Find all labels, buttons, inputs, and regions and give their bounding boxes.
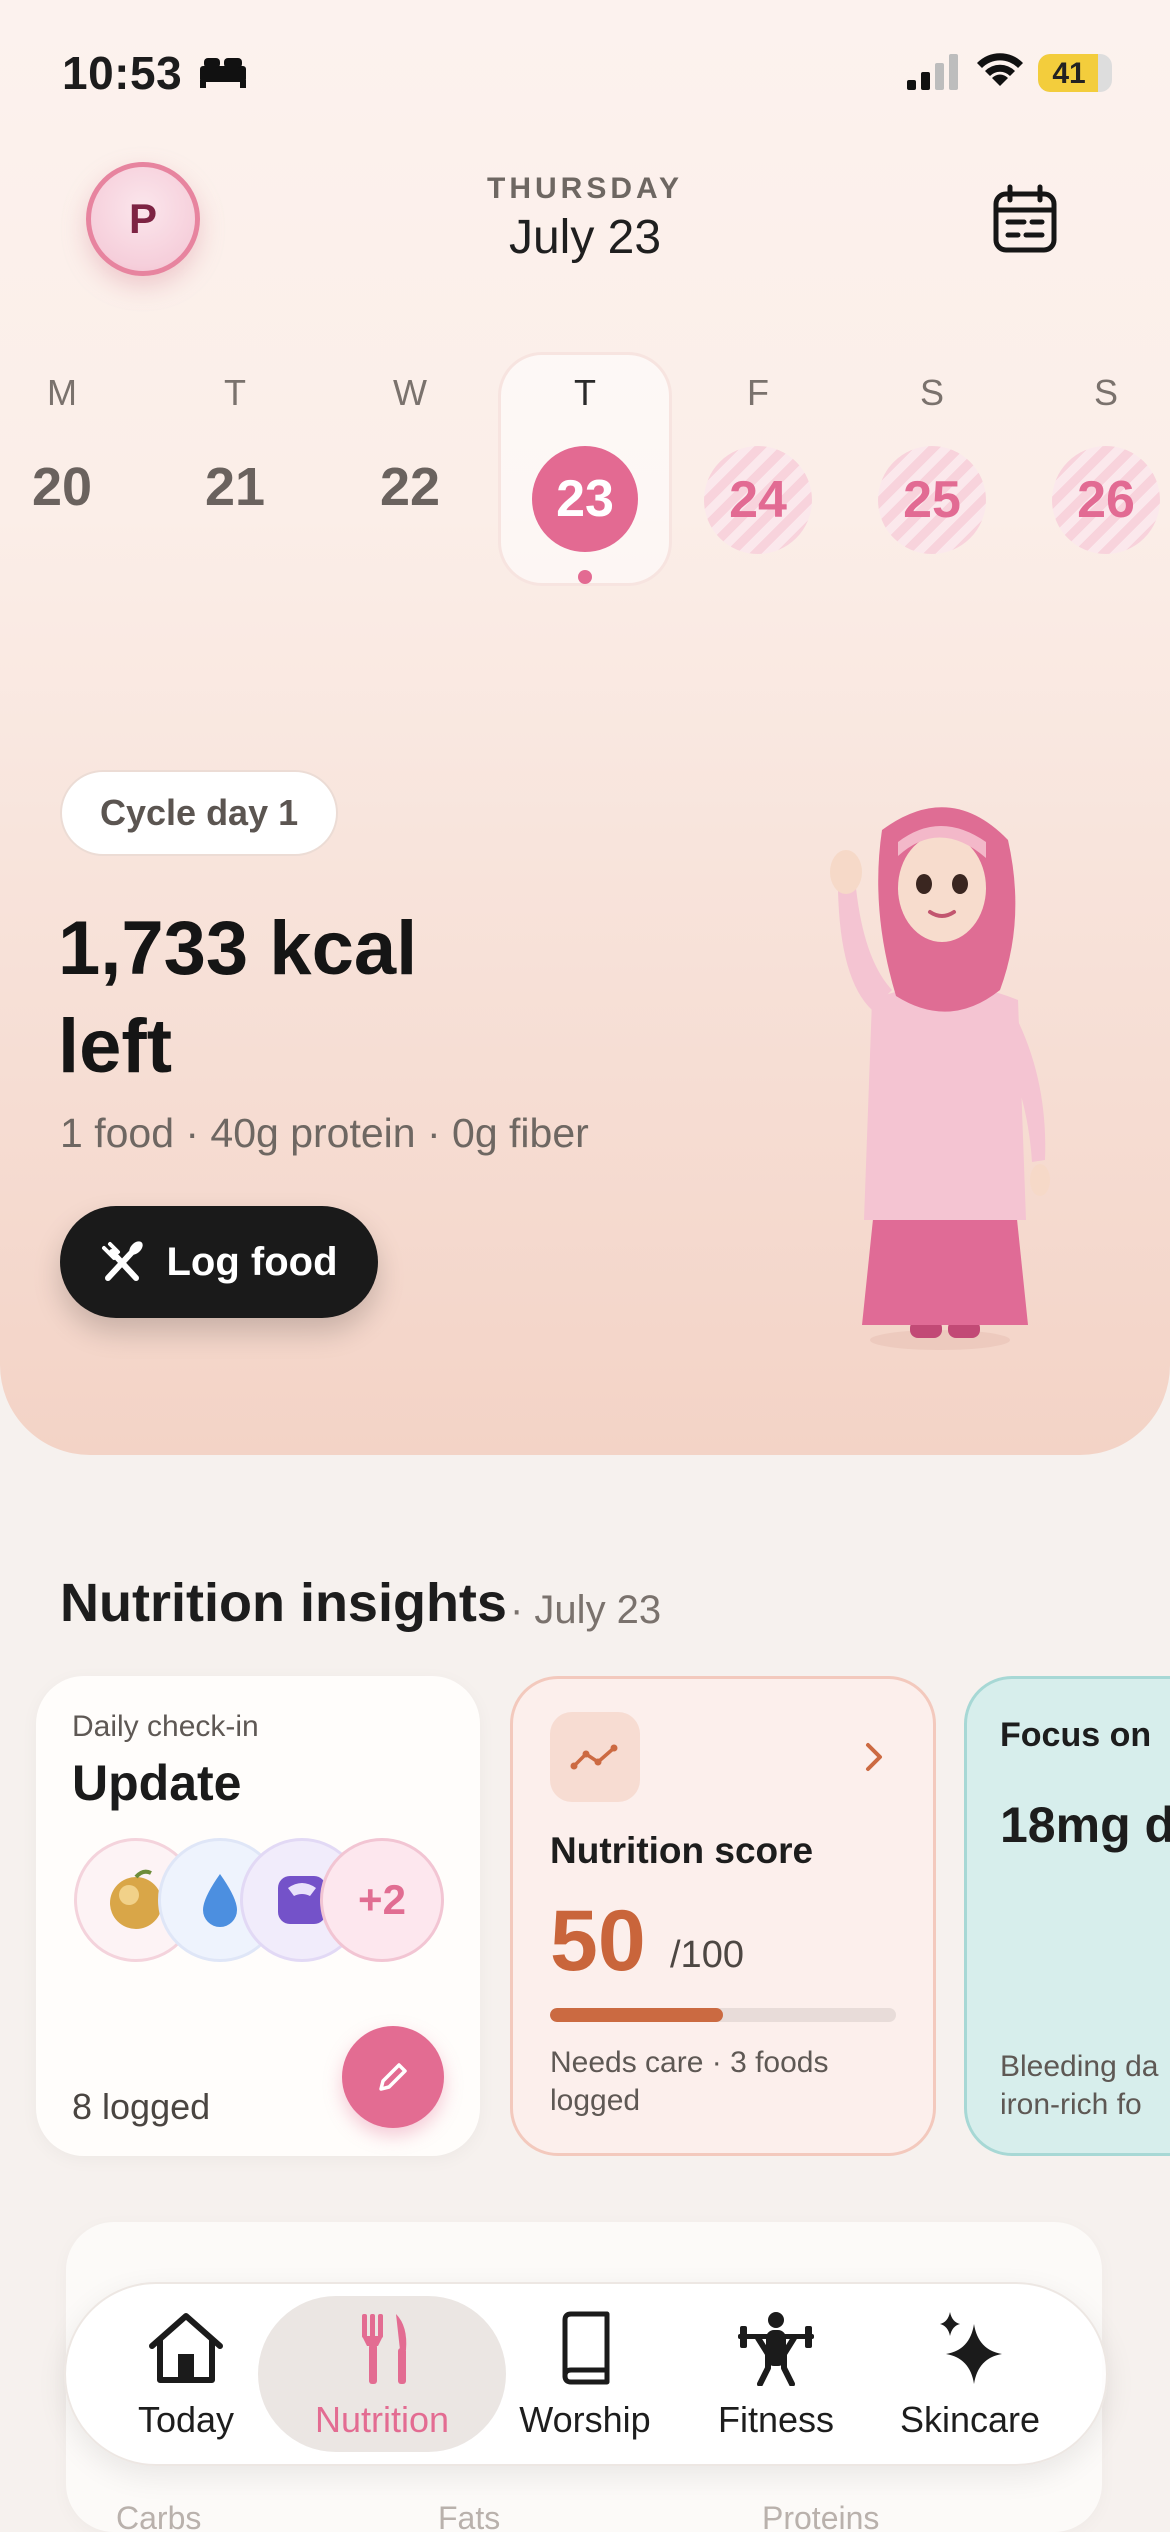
day-letter: S [919,372,944,413]
day-number: 21 [204,457,266,517]
calories-left: 1,733 kcal left [58,900,658,1096]
week-day-wed[interactable]: W 22 [330,372,490,518]
book-icon [562,2311,610,2385]
day-number-future: 24 [704,446,812,554]
tab-worship[interactable]: Worship [485,2310,685,2441]
day-number-future: 26 [1052,446,1160,554]
checkin-logged-count: 8 logged [72,2086,211,2127]
checkin-label: Daily check-in [72,1710,259,1743]
calendar-icon[interactable] [992,184,1058,259]
section-title: Nutrition insights [60,1573,507,1633]
section-date: · July 23 [510,1588,662,1632]
focus-foot-line1: Bleeding da [1000,2050,1159,2083]
sparkle-icon [940,2312,1002,2384]
cell-signal-icon [905,52,961,97]
tab-skincare[interactable]: Skincare [870,2310,1070,2441]
macro-label-fats: Fats [438,2500,501,2532]
log-food-label: Log food [166,1239,338,1284]
week-day-sat[interactable]: S [852,372,1012,414]
trend-icon [550,1712,640,1802]
sleep-mode-icon [198,52,248,97]
tab-label: Nutrition [314,2399,450,2440]
day-number-future: 25 [878,446,986,554]
nutrition-summary: 1 food · 40g protein · 0g fiber [60,1110,589,1156]
profile-avatar[interactable]: P [86,162,200,276]
utensils-icon [102,1241,144,1281]
week-day-sun[interactable]: S [1026,372,1170,414]
day-letter: S [1093,372,1118,413]
selected-day-number: 23 [532,446,638,552]
battery-percent: 41 [1052,57,1086,90]
fork-knife-icon [362,2314,407,2384]
macro-label-proteins: Proteins [762,2500,880,2532]
day-letter: W [393,372,427,413]
week-day-fri[interactable]: F [678,372,838,414]
score-value: 50 [550,1893,646,1989]
tab-label: Today [137,2399,235,2440]
score-footnote: Needs care · 3 foods logged [550,2046,829,2117]
home-icon [149,2313,223,2383]
battery-indicator: 41 [1038,54,1112,92]
day-letter: F [747,372,769,413]
wifi-icon [975,50,1025,95]
avatar-character-illustration [800,800,1080,1365]
day-number: 20 [31,457,93,517]
calories-value: 1,733 kcal [58,906,418,991]
chevron-right-icon[interactable] [862,1740,886,1779]
tab-label: Worship [519,2399,651,2440]
week-day-tue[interactable]: T 21 [155,372,315,518]
checkin-title: Update [72,1755,242,1811]
calories-suffix: left [58,1004,172,1089]
edit-checkin-button[interactable] [342,2026,444,2128]
tab-fitness[interactable]: Fitness [676,2310,876,2441]
week-day-mon[interactable]: M 20 [0,372,142,518]
day-letter: M [47,372,77,413]
day-letter: T [224,372,246,413]
day-letter: T [574,372,596,413]
focus-value: 18mg d [1000,1797,1170,1853]
score-progress-bar [550,2008,896,2022]
focus-footnote: Bleeding da iron-rich fo [1000,2048,1158,2124]
score-title: Nutrition score [550,1830,814,1871]
tab-label: Skincare [899,2399,1041,2440]
score-max: /100 [670,1934,744,1976]
focus-title: Focus on [1000,1716,1152,1754]
header-weekday: THURSDAY [487,172,683,205]
pencil-icon [379,2063,407,2091]
tab-today[interactable]: Today [86,2310,286,2441]
macro-label-carbs: Carbs [116,2500,202,2532]
score-progress-fill [550,2008,723,2022]
status-time: 10:53 [62,47,183,99]
day-number: 22 [379,457,441,517]
tab-label: Fitness [717,2399,835,2440]
weightlifter-icon [738,2312,814,2387]
today-dot [578,570,592,584]
header-date: July 23 [508,211,662,264]
tab-nutrition[interactable]: Nutrition [282,2310,482,2441]
focus-foot-line2: iron-rich fo [1000,2088,1142,2121]
more-items-badge[interactable]: +2 [320,1838,444,1962]
log-food-button[interactable]: Log food [60,1206,378,1318]
cycle-day-badge[interactable]: Cycle day 1 [60,770,339,856]
